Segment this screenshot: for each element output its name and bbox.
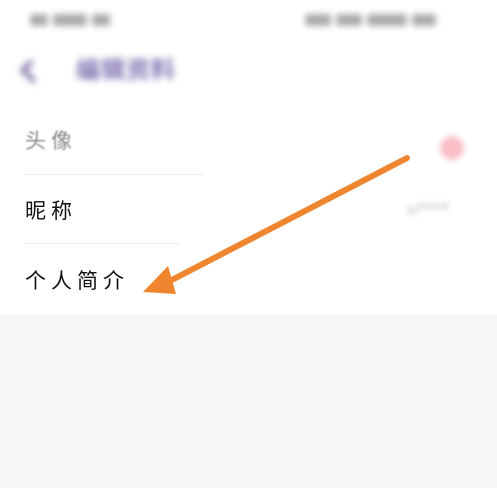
avatar-label: 头像 <box>25 129 77 153</box>
header-bar: 编辑资料 <box>18 56 208 84</box>
back-arrow-icon[interactable] <box>19 59 44 84</box>
page-title: 编辑资料 <box>76 56 176 84</box>
avatar-divider <box>25 174 203 175</box>
status-bar-right <box>305 9 465 26</box>
nickname-divider <box>25 243 180 244</box>
bio-row[interactable]: 个人简介 <box>0 266 497 306</box>
empty-area <box>0 315 497 488</box>
profile-edit-screen: 编辑资料 头像 昵称 u**** 个人简介 <box>0 0 497 488</box>
nickname-value: u**** <box>407 199 450 218</box>
nickname-label: 昵称 <box>25 199 77 223</box>
status-bar-left <box>30 9 140 26</box>
bio-label: 个人简介 <box>25 269 129 293</box>
avatar-icon[interactable] <box>440 136 464 160</box>
avatar-row[interactable]: 头像 <box>0 126 497 176</box>
